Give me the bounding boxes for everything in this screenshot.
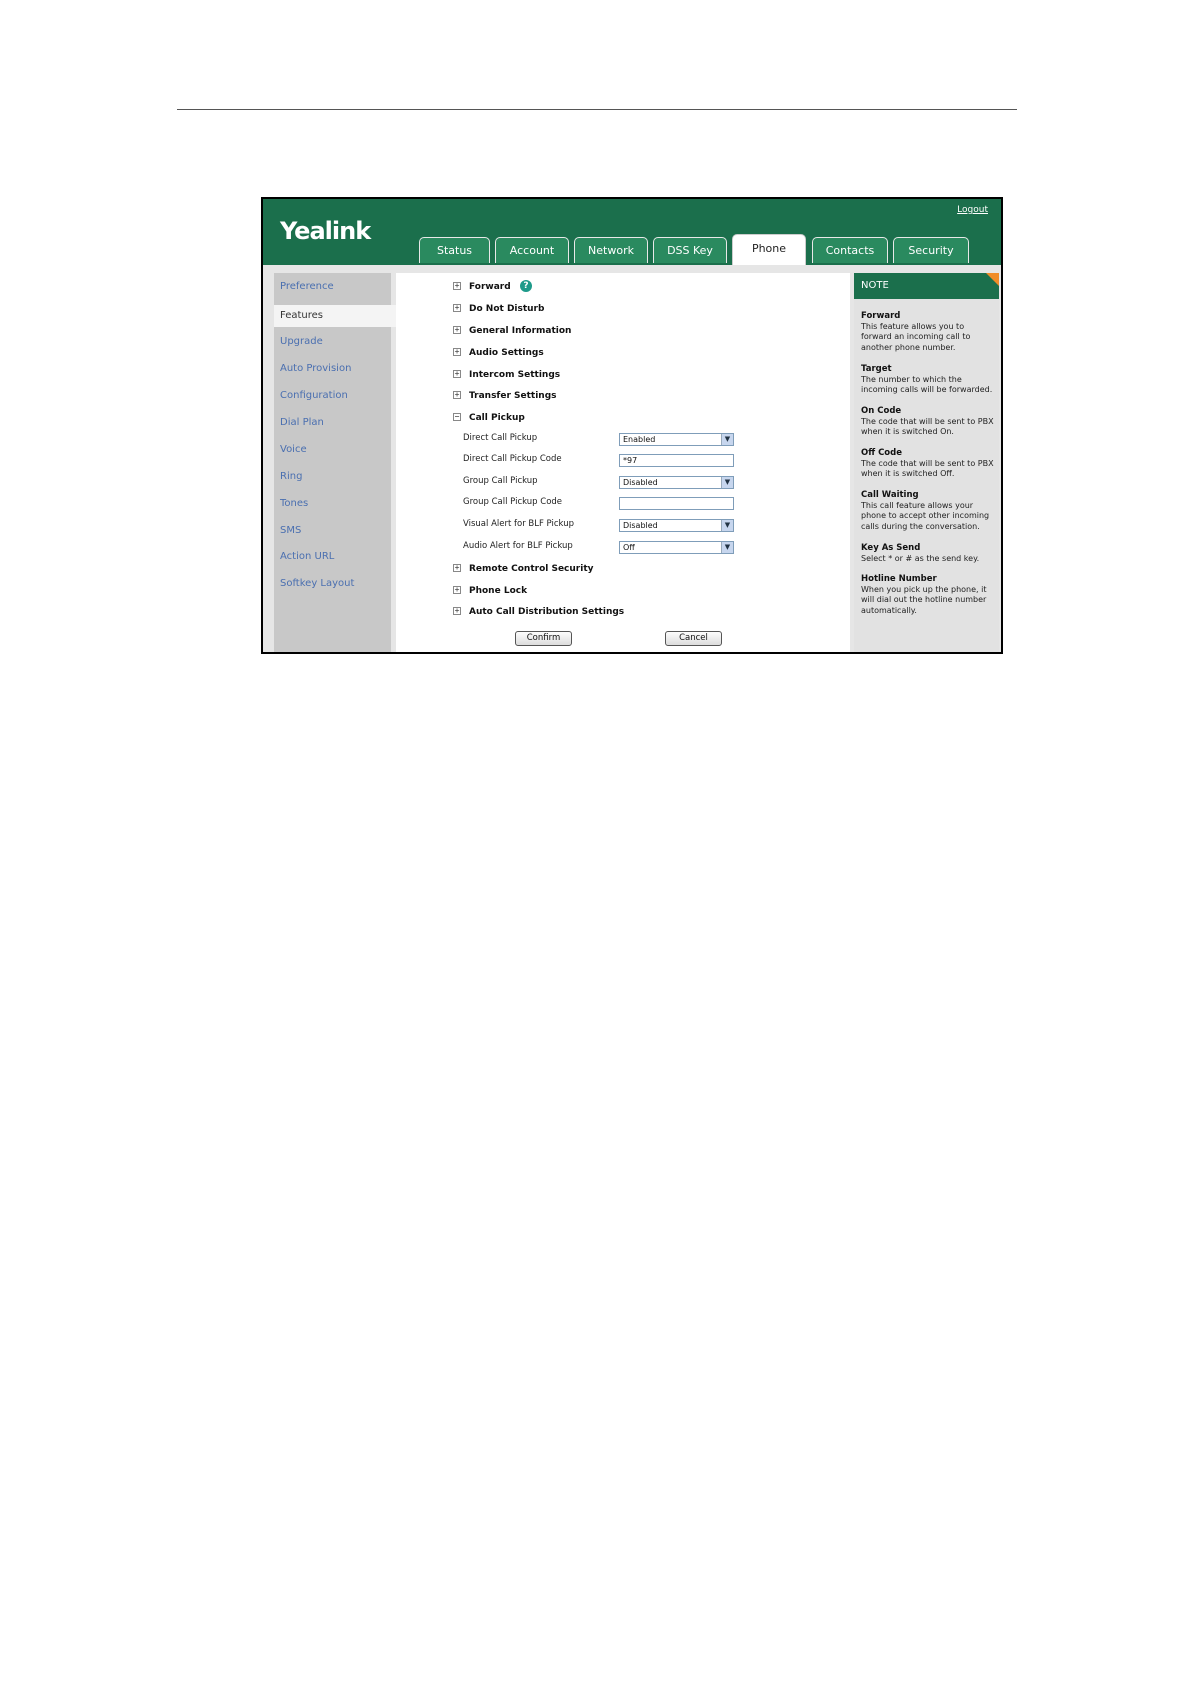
note-item-text: The code that will be sent to PBX when i… [861,458,994,479]
group-call-pickup-code-input[interactable] [619,497,734,510]
select-value: Disabled [623,521,658,530]
sidebar-item-preference[interactable]: Preference [280,281,334,292]
note-item-title: Forward [861,311,901,321]
section-label: Transfer Settings [469,391,557,401]
sidebar-item-features[interactable]: Features [274,305,396,327]
field-label-direct-call-pickup: Direct Call Pickup [463,433,538,443]
note-item-off-code: Off Code The code that will be sent to P… [861,448,994,480]
sidebar-item-sms[interactable]: SMS [280,525,301,536]
field-label-visual-alert-blf: Visual Alert for BLF Pickup [463,519,574,529]
expand-icon[interactable]: + [453,304,461,312]
confirm-button[interactable]: Confirm [515,631,572,646]
sidebar-item-ring[interactable]: Ring [280,471,302,482]
group-call-pickup-select[interactable]: Disabled ▼ [619,476,734,489]
field-label-direct-call-pickup-code: Direct Call Pickup Code [463,454,562,464]
note-item-target: Target The number to which the incoming … [861,364,994,396]
sidebar [274,273,391,652]
expand-icon[interactable]: + [453,370,461,378]
expand-icon[interactable]: + [453,348,461,356]
note-item-text: This feature allows you to forward an in… [861,321,971,352]
note-item-text: This call feature allows your phone to a… [861,500,990,531]
web-ui-window: Yealink Logout Status Account Network DS… [261,197,1003,654]
select-value: Disabled [623,478,658,487]
note-item-title: Key As Send [861,543,921,553]
note-panel: NOTE Forward This feature allows you to … [854,273,999,652]
note-item-text: The code that will be sent to PBX when i… [861,416,994,437]
tab-status[interactable]: Status [419,237,490,263]
note-item-title: Target [861,364,892,374]
note-title: NOTE [854,273,999,299]
sidebar-item-configuration[interactable]: Configuration [280,390,348,401]
tab-security[interactable]: Security [893,237,969,263]
expand-icon[interactable]: + [453,586,461,594]
collapse-icon[interactable]: − [453,413,461,421]
note-item-title: Off Code [861,448,902,458]
chevron-down-icon: ▼ [721,434,733,445]
main-content: + Forward ? + Do Not Disturb + General I… [396,273,850,652]
note-item-forward: Forward This feature allows you to forwa… [861,311,994,353]
audio-alert-blf-select[interactable]: Off ▼ [619,541,734,554]
chevron-down-icon: ▼ [721,542,733,553]
tab-network[interactable]: Network [574,237,648,263]
sidebar-item-tones[interactable]: Tones [280,498,308,509]
note-item-text: When you pick up the phone, it will dial… [861,584,987,615]
section-label: Auto Call Distribution Settings [469,607,625,617]
section-label: Audio Settings [469,348,544,358]
section-label: Call Pickup [469,413,525,423]
note-item-title: Call Waiting [861,490,919,500]
note-item-call-waiting: Call Waiting This call feature allows yo… [861,490,994,532]
note-item-text: Select * or # as the send key. [861,553,980,563]
chevron-down-icon: ▼ [721,520,733,531]
chevron-down-icon: ▼ [721,477,733,488]
help-icon[interactable]: ? [520,280,532,292]
section-label: Remote Control Security [469,564,594,574]
note-item-title: On Code [861,406,902,416]
expand-icon[interactable]: + [453,326,461,334]
section-label: Phone Lock [469,586,528,596]
expand-icon[interactable]: + [453,607,461,615]
sidebar-item-action-url[interactable]: Action URL [280,551,334,562]
expand-icon[interactable]: + [453,391,461,399]
sidebar-item-upgrade[interactable]: Upgrade [280,336,323,347]
section-label: Do Not Disturb [469,304,545,314]
sidebar-item-voice[interactable]: Voice [280,444,307,455]
note-item-on-code: On Code The code that will be sent to PB… [861,406,994,438]
field-label-group-call-pickup: Group Call Pickup [463,476,538,486]
sidebar-item-dial-plan[interactable]: Dial Plan [280,417,324,428]
section-label: General Information [469,326,572,336]
sidebar-item-label: Features [280,310,323,321]
cancel-button[interactable]: Cancel [665,631,722,646]
sidebar-item-softkey-layout[interactable]: Softkey Layout [280,578,354,589]
note-item-key-as-send: Key As Send Select * or # as the send ke… [861,543,994,564]
yealink-logo: Yealink [280,217,371,245]
note-item-title: Hotline Number [861,574,937,584]
tab-contacts[interactable]: Contacts [812,237,888,263]
sidebar-item-auto-provision[interactable]: Auto Provision [280,363,351,374]
header-bar: Yealink Logout Status Account Network DS… [263,199,1001,265]
direct-call-pickup-select[interactable]: Enabled ▼ [619,433,734,446]
note-corner-icon [986,273,999,286]
page-divider [177,109,1017,110]
tab-dss-key[interactable]: DSS Key [653,237,727,263]
section-label: Intercom Settings [469,370,561,380]
visual-alert-blf-select[interactable]: Disabled ▼ [619,519,734,532]
expand-icon[interactable]: + [453,282,461,290]
note-item-hotline-number: Hotline Number When you pick up the phon… [861,574,994,616]
logout-link[interactable]: Logout [957,205,988,215]
select-value: Off [623,543,635,552]
expand-icon[interactable]: + [453,564,461,572]
field-label-audio-alert-blf: Audio Alert for BLF Pickup [463,541,573,551]
field-label-group-call-pickup-code: Group Call Pickup Code [463,497,563,507]
select-value: Enabled [623,435,656,444]
section-label: Forward [469,282,511,292]
note-item-text: The number to which the incoming calls w… [861,374,993,395]
tab-phone[interactable]: Phone [732,234,806,265]
tab-account[interactable]: Account [495,237,569,263]
direct-call-pickup-code-input[interactable]: *97 [619,454,734,467]
